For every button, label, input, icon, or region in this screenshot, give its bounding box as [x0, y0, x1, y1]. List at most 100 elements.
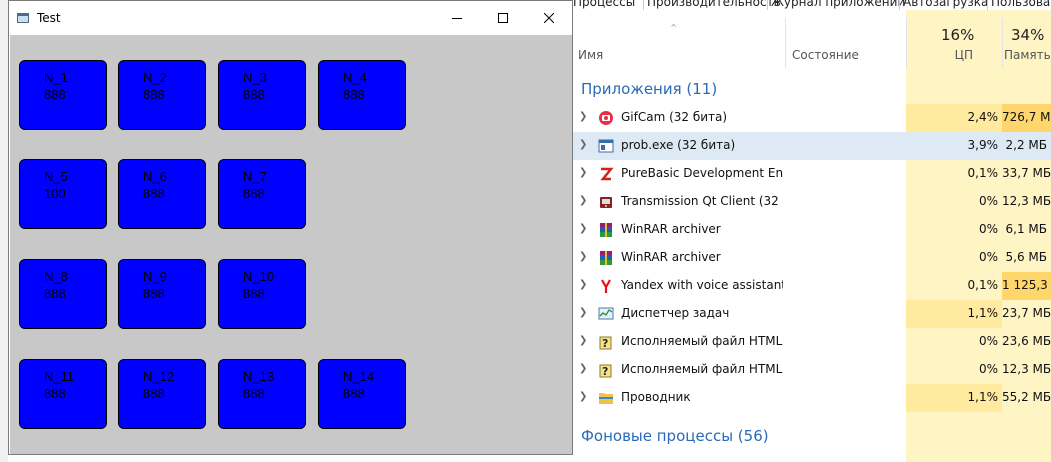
expand-chevron-icon[interactable]: ❯ — [579, 195, 589, 207]
process-row[interactable]: ❯? Исполняемый файл HTML... 0% 23,6 МБ — [573, 328, 1051, 356]
process-memory: 12,3 МБ — [1002, 194, 1051, 208]
tab-processes[interactable]: Процессы — [573, 0, 635, 9]
title-bar[interactable]: Test — [9, 1, 572, 35]
tile-value: 888 — [44, 87, 66, 102]
tile-name: N_12 — [143, 369, 175, 384]
transmission-icon — [598, 194, 614, 210]
group-background-processes[interactable]: Фоновые процессы (56) — [581, 427, 769, 445]
expand-chevron-icon[interactable]: ❯ — [579, 251, 589, 263]
process-memory: 1 125,3 МБ — [1002, 278, 1051, 292]
tile-value: 100 — [44, 186, 66, 201]
task-manager-tabs: Процессы Производительность Журнал прило… — [573, 0, 1051, 10]
tile-n8[interactable]: N_8 888 — [19, 259, 107, 329]
process-cpu: 2,4% — [967, 110, 999, 124]
process-row[interactable]: ❯ PureBasic Development Envi... 0,1%33,7 М… — [573, 160, 1051, 188]
expand-chevron-icon[interactable]: ❯ — [579, 335, 589, 347]
process-row[interactable]: ❯ GifCam (32 бита) 2,4%726,7 МБ — [573, 104, 1051, 132]
tile-value: 888 — [343, 87, 365, 102]
process-row[interactable]: ❯ WinRAR archiver 0% 6,1 МБ — [573, 216, 1051, 244]
tile-value: 888 — [343, 386, 365, 401]
process-row[interactable]: ❯ Yandex with voice assistant ... 0,1%1 12… — [573, 272, 1051, 300]
expand-chevron-icon[interactable]: ❯ — [579, 223, 589, 235]
maximize-button[interactable] — [480, 1, 526, 35]
tile-n3[interactable]: N_3 888 — [218, 60, 306, 130]
tile-value: 888 — [143, 286, 165, 301]
process-cpu: 0% — [978, 250, 998, 264]
tile-n5[interactable]: N_5 100 — [19, 159, 107, 229]
tile-name: N_8 — [44, 269, 68, 284]
tile-value: 888 — [143, 87, 165, 102]
column-header-memory[interactable]: Память — [1004, 48, 1051, 62]
expand-chevron-icon[interactable]: ❯ — [579, 279, 589, 291]
svg-text:?: ? — [602, 337, 608, 350]
tile-value: 888 — [143, 186, 165, 201]
process-cpu: 3,9% — [967, 138, 999, 152]
tile-n7[interactable]: N_7 888 — [218, 159, 306, 229]
tile-name: N_13 — [243, 369, 275, 384]
html-help-icon: ? — [598, 362, 614, 378]
sort-up-icon[interactable]: ⌃ — [669, 22, 678, 35]
process-memory: 55,2 МБ — [1002, 390, 1051, 404]
minimize-button[interactable] — [434, 1, 480, 35]
tile-n12[interactable]: N_12 888 — [118, 359, 206, 429]
yandex-icon — [598, 278, 614, 294]
tile-n14[interactable]: N_14 888 — [318, 359, 406, 429]
expand-chevron-icon[interactable]: ❯ — [579, 111, 589, 123]
window-title: Test — [37, 11, 61, 25]
process-name: PureBasic Development Envi... — [621, 166, 783, 180]
expand-chevron-icon[interactable]: ❯ — [579, 391, 589, 403]
tile-n9[interactable]: N_9 888 — [118, 259, 206, 329]
tab-startup[interactable]: Автозагрузка — [903, 0, 988, 9]
expand-chevron-icon[interactable]: ❯ — [579, 167, 589, 179]
tile-name: N_1 — [44, 70, 68, 85]
process-row[interactable]: ❯ Диспетчер задач 1,1% 23,7 МБ — [573, 300, 1051, 328]
tab-users[interactable]: Пользовате — [991, 0, 1051, 9]
window-app-icon — [598, 138, 614, 154]
tile-value: 888 — [44, 286, 66, 301]
tile-name: N_4 — [343, 70, 367, 85]
process-row[interactable]: ❯? Исполняемый файл HTML... 0% 12,3 МБ — [573, 356, 1051, 384]
tile-n1[interactable]: N_1 888 — [19, 60, 107, 130]
group-apps[interactable]: Приложения (11) — [581, 80, 717, 98]
expand-chevron-icon[interactable]: ❯ — [579, 139, 589, 151]
tab-performance[interactable]: Производительность — [647, 0, 781, 9]
process-name: Диспетчер задач — [621, 306, 730, 320]
close-button[interactable] — [526, 1, 572, 35]
maximize-icon — [498, 13, 508, 23]
winrar-icon — [598, 222, 614, 238]
tile-value: 888 — [243, 386, 265, 401]
gifcam-icon — [598, 110, 614, 126]
tile-value: 888 — [243, 286, 265, 301]
tile-value: 888 — [44, 386, 66, 401]
column-header-status[interactable]: Состояние — [792, 48, 859, 62]
column-header-name[interactable]: Имя — [578, 48, 603, 62]
purebasic-icon — [598, 166, 614, 182]
tile-n4[interactable]: N_4 888 — [318, 60, 406, 130]
column-header-cpu[interactable]: ЦП — [953, 48, 973, 62]
tile-n10[interactable]: N_10 888 — [218, 259, 306, 329]
tile-value: 888 — [143, 386, 165, 401]
process-cpu: 0,1% — [967, 278, 999, 292]
process-row[interactable]: ❯ WinRAR archiver 0% 5,6 МБ — [573, 244, 1051, 272]
tile-n6[interactable]: N_6 888 — [118, 159, 206, 229]
process-name: WinRAR archiver — [621, 250, 721, 264]
process-row[interactable]: ❯ prob.exe (32 бита) 3,9% 2,2 МБ — [573, 132, 1051, 160]
expand-chevron-icon[interactable]: ❯ — [579, 307, 589, 319]
process-cpu: 0,1% — [967, 166, 999, 180]
process-row[interactable]: ❯ Transmission Qt Client (32 б... 0% 12,3 М… — [573, 188, 1051, 216]
expand-chevron-icon[interactable]: ❯ — [579, 363, 589, 375]
tile-n2[interactable]: N_2 888 — [118, 60, 206, 130]
process-name: Исполняемый файл HTML... — [621, 334, 783, 348]
tile-value: 888 — [243, 87, 265, 102]
process-memory: 5,6 МБ — [1005, 250, 1047, 264]
tile-value: 888 — [243, 186, 265, 201]
tab-app-history[interactable]: Журнал приложений — [771, 0, 905, 9]
process-cpu: 1,1% — [967, 306, 999, 320]
close-icon — [544, 13, 554, 23]
process-row[interactable]: ❯ Проводник 1,1% 55,2 МБ — [573, 384, 1051, 412]
tile-name: N_3 — [243, 70, 267, 85]
tile-n11[interactable]: N_11 888 — [19, 359, 107, 429]
tile-n13[interactable]: N_13 888 — [218, 359, 306, 429]
window-client-area: N_1 888 N_2 888 N_3 888 N_4 888 N_5 100 N_6 888 N_7 8… — [10, 35, 572, 454]
tile-name: N_6 — [143, 169, 167, 184]
